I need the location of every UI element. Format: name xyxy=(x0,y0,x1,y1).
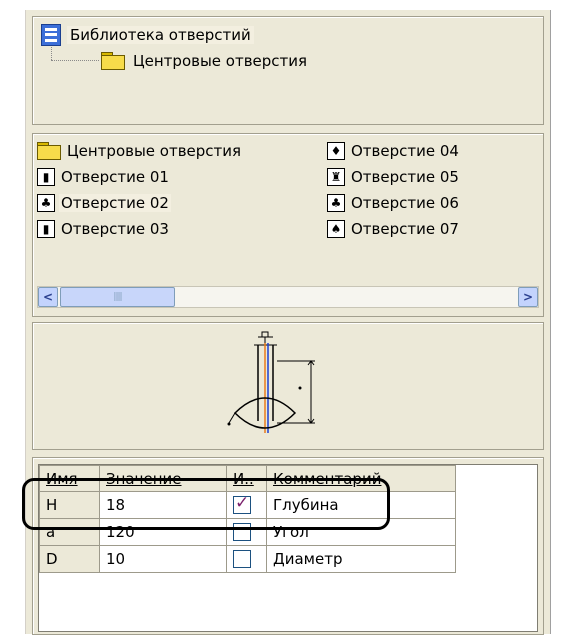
cell-comment[interactable]: Угол xyxy=(266,518,456,546)
list-item-label: Отверстие 06 xyxy=(351,194,459,212)
hole-icon: ▮ xyxy=(37,168,55,186)
grip-icon: |||| xyxy=(113,292,122,302)
column-header-flag[interactable]: И.. xyxy=(226,465,267,492)
tree-node-label: Центровые отверстия xyxy=(133,52,308,70)
library-icon xyxy=(41,24,61,46)
list-item-label: Отверстие 04 xyxy=(351,142,459,160)
cell-value[interactable]: 18 xyxy=(99,491,227,519)
list-item-hole-01[interactable]: ▮ Отверстие 01 xyxy=(37,165,171,189)
horizontal-scrollbar[interactable]: < |||| > xyxy=(37,286,539,308)
folder-icon xyxy=(101,52,125,70)
hole-list: Центровые отверстия ▮ Отверстие 01 ♣ Отв… xyxy=(32,133,544,317)
scroll-right-button[interactable]: > xyxy=(518,287,538,307)
cell-flag xyxy=(226,545,267,573)
hole-icon: ♜ xyxy=(327,168,345,186)
hole-icon: ♣ xyxy=(37,194,55,212)
parameters-table: Имя Значение И.. Комментарий H 18 Глубин… xyxy=(39,465,456,573)
list-item-hole-04[interactable]: ♦ Отверстие 04 xyxy=(327,139,461,163)
chevron-left-icon: < xyxy=(42,290,54,304)
tree-connector xyxy=(51,60,99,61)
preview-panel xyxy=(32,322,544,450)
hole-icon: ♦ xyxy=(327,142,345,160)
column-header-comment[interactable]: Комментарий xyxy=(266,465,456,492)
list-item-label: Отверстие 05 xyxy=(351,168,459,186)
library-window: Библиотека отверстий Центровые отверстия… xyxy=(25,10,551,635)
row-checkbox[interactable] xyxy=(233,523,251,542)
cell-flag xyxy=(226,491,267,519)
chevron-right-icon: > xyxy=(522,290,534,304)
cell-comment[interactable]: Глубина xyxy=(266,491,456,519)
scroll-thumb[interactable]: |||| xyxy=(60,287,175,307)
hole-preview-image xyxy=(227,331,315,433)
cell-flag xyxy=(226,518,267,546)
table-row: a 120 Угол xyxy=(39,518,456,546)
row-checkbox[interactable] xyxy=(233,550,251,569)
cell-value[interactable]: 10 xyxy=(99,545,227,573)
cell-name: H xyxy=(39,491,100,519)
parameters-grid: Имя Значение И.. Комментарий H 18 Глубин… xyxy=(38,464,538,632)
cell-name: a xyxy=(39,518,100,546)
list-item-label: Центровые отверстия xyxy=(67,142,242,160)
table-header-row: Имя Значение И.. Комментарий xyxy=(39,465,456,492)
column-header-name[interactable]: Имя xyxy=(39,465,100,492)
row-checkbox[interactable] xyxy=(233,493,251,515)
list-item-label: Отверстие 02 xyxy=(59,194,171,212)
list-item-hole-03[interactable]: ▮ Отверстие 03 xyxy=(37,217,171,241)
list-item-label: Отверстие 07 xyxy=(351,220,459,238)
folder-icon xyxy=(37,142,61,160)
list-item-center-holes[interactable]: Центровые отверстия xyxy=(37,139,243,163)
list-item-label: Отверстие 03 xyxy=(61,220,169,238)
tree-connector xyxy=(51,47,52,60)
tree-node-library[interactable]: Библиотека отверстий xyxy=(41,23,254,47)
tree-node-center-holes[interactable]: Центровые отверстия xyxy=(101,49,307,73)
cell-name: D xyxy=(39,545,100,573)
cell-comment[interactable]: Диаметр xyxy=(266,545,456,573)
cell-value[interactable]: 120 xyxy=(99,518,227,546)
library-tree: Библиотека отверстий Центровые отверстия xyxy=(32,16,544,125)
table-row: D 10 Диаметр xyxy=(39,545,456,573)
list-item-label: Отверстие 01 xyxy=(61,168,169,186)
hole-icon: ♠ xyxy=(327,220,345,238)
hole-icon: ♣ xyxy=(327,194,345,212)
column-header-value[interactable]: Значение xyxy=(99,465,227,492)
parameters-panel: Имя Значение И.. Комментарий H 18 Глубин… xyxy=(32,457,544,635)
list-item-hole-07[interactable]: ♠ Отверстие 07 xyxy=(327,217,461,241)
scroll-left-button[interactable]: < xyxy=(38,287,58,307)
list-item-hole-06[interactable]: ♣ Отверстие 06 xyxy=(327,191,461,215)
hole-icon: ▮ xyxy=(37,220,55,238)
list-item-hole-05[interactable]: ♜ Отверстие 05 xyxy=(327,165,461,189)
tree-node-label: Библиотека отверстий xyxy=(67,26,254,44)
list-item-hole-02[interactable]: ♣ Отверстие 02 xyxy=(37,191,171,215)
table-row: H 18 Глубина xyxy=(39,491,456,519)
